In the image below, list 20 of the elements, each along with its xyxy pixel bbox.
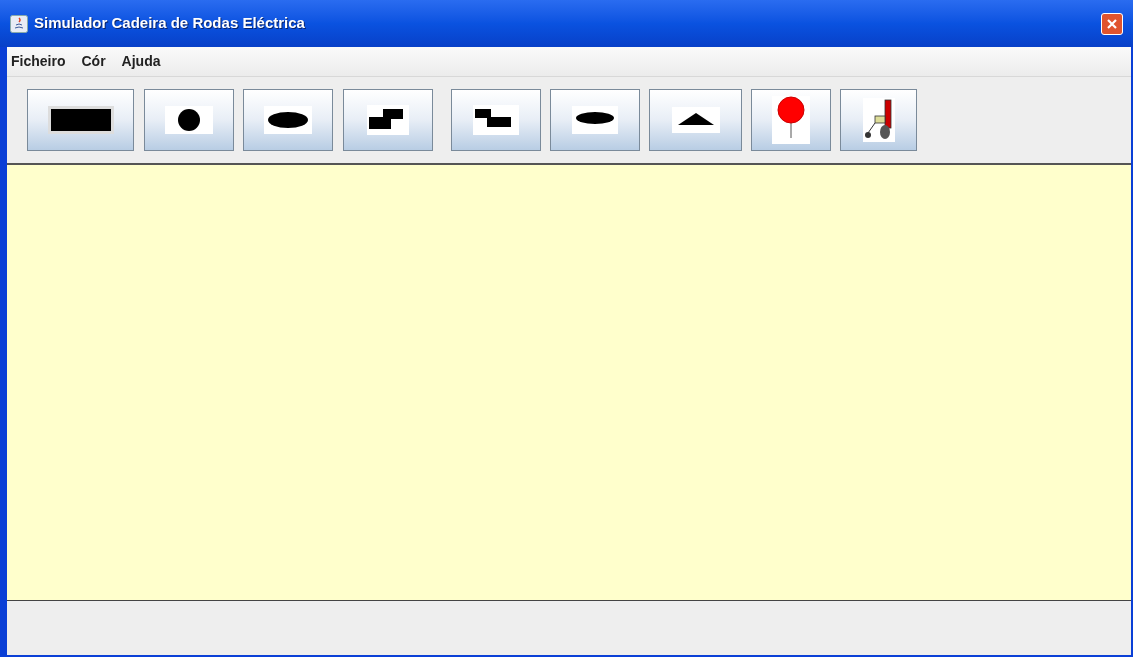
step-icon — [473, 105, 519, 135]
rectangle-icon — [47, 106, 114, 134]
close-button[interactable] — [1101, 12, 1123, 35]
tool-button[interactable] — [144, 89, 234, 151]
tool-button[interactable] — [550, 89, 640, 151]
step-icon — [367, 105, 409, 135]
tool-button[interactable] — [840, 89, 917, 151]
pin-icon — [772, 96, 810, 144]
tool-button[interactable] — [243, 89, 333, 151]
tool-button[interactable] — [343, 89, 433, 151]
menu-item[interactable]: Ficheiro — [11, 51, 66, 72]
tool-button[interactable] — [451, 89, 541, 151]
tool-button[interactable] — [649, 89, 742, 151]
tool-button[interactable] — [27, 89, 134, 151]
app-icon — [10, 14, 28, 33]
menu-item[interactable]: Ajuda — [121, 51, 161, 72]
window-title: Simulador Cadeira de Rodas Eléctrica — [34, 13, 305, 34]
close-icon — [1106, 17, 1118, 30]
menu-item[interactable]: Cór — [81, 51, 106, 72]
wheelchair-icon — [862, 98, 895, 142]
